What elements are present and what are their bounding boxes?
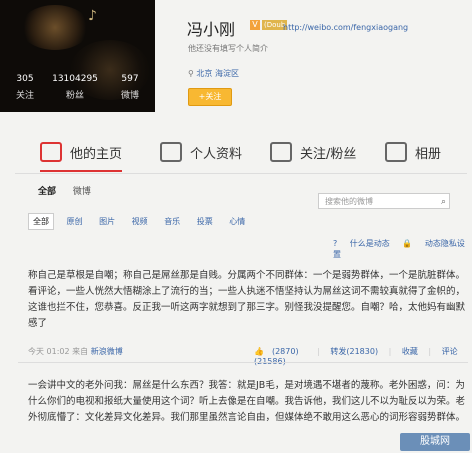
filter-music[interactable]: 音乐 <box>164 217 180 226</box>
stat-following[interactable]: 305 关注 <box>0 74 50 101</box>
profile-bio: 他还没有填写个人简介 <box>188 44 268 53</box>
tab-profile[interactable]: 个人资料 <box>160 134 242 170</box>
like-button[interactable]: 👍 (2870) <box>254 347 307 356</box>
post-text-2: 一会讲中文的老外问我：屌丝是什么东西？我答：就是JB毛，是对境遇不堪者的蔑称。老… <box>28 380 466 423</box>
profile-url[interactable]: http://weibo.com/fengxiaogang <box>283 23 408 32</box>
help-icon: ? <box>333 239 338 248</box>
post-time[interactable]: 今天 01:02 <box>28 347 70 356</box>
location-district[interactable]: 海淀区 <box>215 69 239 78</box>
filter-original[interactable]: 原创 <box>67 217 83 226</box>
profile-location: ⚲ 北京 海淀区 <box>188 68 239 79</box>
follow-button[interactable]: +关注 <box>188 88 232 106</box>
feed-subnav: 全部 微博 <box>38 184 91 197</box>
tab-album[interactable]: 相册 <box>385 134 441 170</box>
music-note-icon: ♪ <box>88 8 97 24</box>
home-icon <box>40 142 62 162</box>
search-input[interactable]: 搜索他的微博 ⌕ <box>318 193 450 209</box>
search-icon[interactable]: ⌕ <box>441 194 446 210</box>
repost-button[interactable]: 转发(21830) <box>330 347 378 356</box>
tab-home[interactable]: 他的主页 <box>40 134 123 172</box>
post-divider <box>18 362 468 363</box>
post-meta: 今天 01:02 来自 新浪微博 <box>28 347 123 356</box>
filter-all[interactable]: 全部 <box>28 213 54 230</box>
verified-icon: V <box>250 20 260 30</box>
help-links: ? 什么是动态 🔒 动态隐私设置 <box>333 238 472 260</box>
stat-fans[interactable]: 13104295 粉丝 <box>50 74 100 101</box>
cover-light <box>20 5 90 50</box>
profile-name: 冯小刚 <box>187 20 236 39</box>
tab-follow-fans[interactable]: 关注/粉丝 <box>270 134 356 170</box>
what-is-dynamic-link[interactable]: 什么是动态 <box>350 239 390 248</box>
camera-icon <box>385 142 407 162</box>
location-city[interactable]: 北京 <box>196 69 212 78</box>
people-icon <box>270 142 292 162</box>
subnav-weibo[interactable]: 微博 <box>73 187 91 197</box>
filter-images[interactable]: 图片 <box>99 217 115 226</box>
favorite-button[interactable]: 收藏 <box>402 347 418 356</box>
feed-filters: 全部 原创 图片 视频 音乐 投票 心情 <box>28 213 259 230</box>
cover-image: ♪ 305 关注 13104295 粉丝 597 微博 <box>0 0 155 112</box>
post-source[interactable]: 新浪微博 <box>91 347 123 356</box>
person-icon <box>160 142 182 162</box>
thumb-icon: 👍 <box>254 347 264 356</box>
post-text: 称自己是草根是自嘲；称自己是屌丝那是自贱。分属两个不同群体：一个是弱势群体，一个… <box>28 270 466 329</box>
filter-mood[interactable]: 心情 <box>229 217 245 226</box>
profile-tabs: 他的主页 个人资料 关注/粉丝 相册 <box>15 128 467 174</box>
lock-icon: 🔒 <box>402 239 413 248</box>
post-actions: 👍(2870) | 转发(21830) | 收藏 | 评论(21586) <box>254 346 472 366</box>
filter-video[interactable]: 视频 <box>132 217 148 226</box>
stat-weibo[interactable]: 597 微博 <box>105 74 155 101</box>
subnav-all[interactable]: 全部 <box>38 187 56 197</box>
watermark-logo: 股城网 <box>400 433 470 451</box>
filter-vote[interactable]: 投票 <box>197 217 213 226</box>
profile-stats: 305 关注 13104295 粉丝 597 微博 <box>0 70 155 112</box>
